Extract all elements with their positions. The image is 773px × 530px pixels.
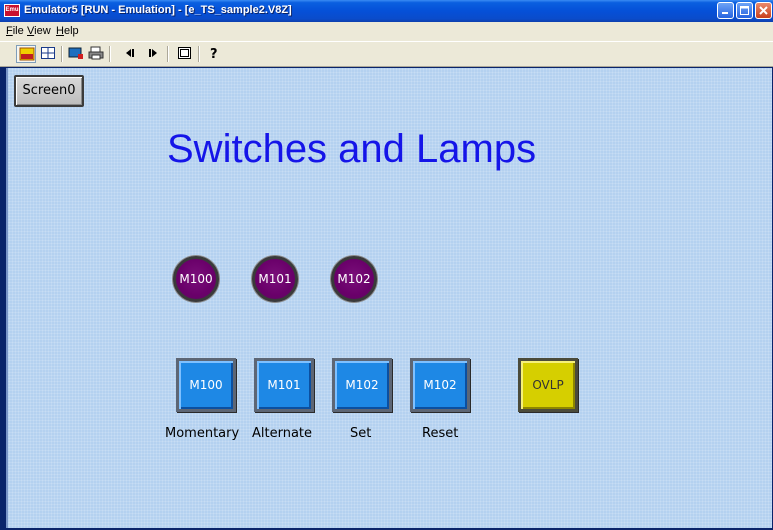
next-icon xyxy=(149,49,157,57)
switch-m102-set[interactable]: M102 xyxy=(332,358,392,412)
menu-view-label: iew xyxy=(34,25,51,37)
emulation-screen: Screen0 Switches and Lamps M100 M101 M10… xyxy=(6,68,772,528)
menu-view[interactable]: View xyxy=(27,25,51,37)
window-title: Emulator5 [RUN - Emulation] - [e_TS_samp… xyxy=(24,4,292,16)
switch-m100-momentary[interactable]: M100 xyxy=(176,358,236,412)
toolbar: ? xyxy=(0,41,773,67)
close-button[interactable] xyxy=(755,2,772,19)
monitor-button[interactable] xyxy=(66,45,86,63)
menu-file[interactable]: File xyxy=(6,25,24,37)
run-icon xyxy=(19,47,35,61)
switch-label-set: Set xyxy=(350,426,372,441)
minimize-button[interactable] xyxy=(717,2,734,19)
menu-bar: File View Help xyxy=(0,22,773,41)
toolbar-separator xyxy=(109,46,111,62)
lamp-m100: M100 xyxy=(173,256,219,302)
screen-list-icon xyxy=(178,47,191,59)
screen-list-button[interactable] xyxy=(175,45,195,63)
screen-heading: Switches and Lamps xyxy=(167,127,537,171)
close-icon xyxy=(759,6,768,15)
switch-label-alternate: Alternate xyxy=(252,426,313,441)
title-bar: Emu Emulator5 [RUN - Emulation] - [e_TS_… xyxy=(0,0,773,22)
switch-m101-alternate[interactable]: M101 xyxy=(254,358,314,412)
menu-help-mnemonic: H xyxy=(56,25,64,37)
monitor-icon xyxy=(68,47,83,59)
grid-button[interactable] xyxy=(38,45,58,63)
menu-file-label: ile xyxy=(12,25,24,37)
toolbar-separator xyxy=(167,46,169,62)
previous-icon xyxy=(126,49,134,57)
maximize-button[interactable] xyxy=(736,2,753,19)
maximize-icon xyxy=(740,6,749,15)
switch-m102-reset[interactable]: M102 xyxy=(410,358,470,412)
menu-file-mnemonic: F xyxy=(6,25,13,37)
minimize-icon xyxy=(722,12,728,14)
switch-label-reset: Reset xyxy=(422,426,459,441)
print-button[interactable] xyxy=(86,45,106,63)
next-button[interactable] xyxy=(144,45,164,63)
switch-label-momentary: Momentary xyxy=(165,426,240,441)
menu-help[interactable]: Help xyxy=(56,25,79,37)
lamp-m101: M101 xyxy=(252,256,298,302)
ovlp-button[interactable]: OVLP xyxy=(518,358,578,412)
help-icon: ? xyxy=(210,47,218,60)
toolbar-separator xyxy=(198,46,200,62)
print-icon xyxy=(88,46,104,60)
app-icon[interactable]: Emu xyxy=(4,4,20,17)
screen0-button[interactable]: Screen0 xyxy=(14,75,84,107)
help-button[interactable]: ? xyxy=(204,45,224,63)
menu-help-label: elp xyxy=(63,25,79,37)
run-button[interactable] xyxy=(16,45,36,63)
lamp-m102: M102 xyxy=(331,256,377,302)
previous-button[interactable] xyxy=(120,45,140,63)
grid-icon xyxy=(41,47,55,59)
toolbar-separator xyxy=(61,46,63,62)
svg-text:?: ? xyxy=(210,47,218,60)
